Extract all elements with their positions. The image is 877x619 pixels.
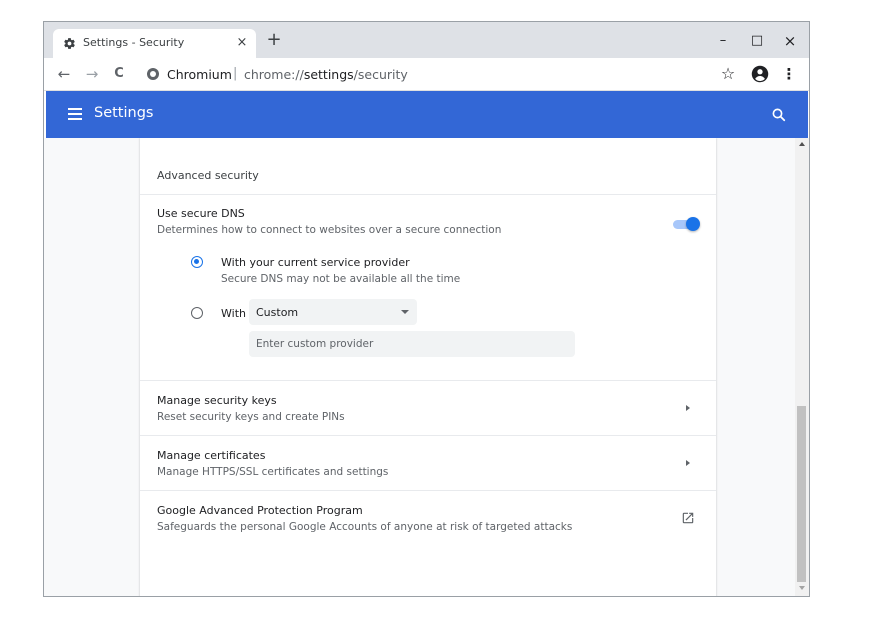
row-subtitle: Reset security keys and create PINs: [157, 411, 345, 423]
scroll-up-icon[interactable]: [799, 142, 805, 146]
search-icon[interactable]: [770, 106, 788, 124]
manage-security-keys-row[interactable]: Manage security keys Reset security keys…: [140, 381, 716, 435]
chevron-right-icon: [686, 405, 690, 411]
row-subtitle: Safeguards the personal Google Accounts …: [157, 521, 573, 533]
site-info-icon[interactable]: [147, 68, 159, 80]
settings-content: Advanced security Use secure DNS Determi…: [44, 138, 795, 596]
custom-provider-field[interactable]: [249, 331, 575, 357]
provider-select[interactable]: Custom: [249, 299, 417, 325]
security-card: Advanced security Use secure DNS Determi…: [140, 138, 716, 596]
manage-certificates-row[interactable]: Manage certificates Manage HTTPS/SSL cer…: [140, 436, 716, 490]
option-current-provider-label: With your current service provider: [221, 256, 410, 269]
row-title: Manage certificates: [157, 449, 266, 462]
advanced-protection-row[interactable]: Google Advanced Protection Program Safeg…: [140, 491, 716, 545]
custom-provider-input[interactable]: [249, 331, 575, 357]
secure-dns-title: Use secure DNS: [157, 207, 245, 220]
settings-header: Settings: [46, 91, 808, 138]
star-icon[interactable]: ☆: [717, 63, 739, 85]
tab-title: Settings - Security: [83, 36, 185, 49]
reload-icon[interactable]: C: [108, 63, 130, 85]
row-title: Manage security keys: [157, 394, 277, 407]
scrollbar[interactable]: [795, 138, 809, 596]
origin-separator: |: [233, 66, 238, 81]
address-bar[interactable]: Chromium | chrome://settings/security: [139, 63, 699, 85]
dropdown-arrow-icon: [401, 310, 409, 314]
back-icon[interactable]: ←: [53, 63, 75, 85]
provider-select-value: Custom: [256, 306, 299, 319]
browser-toolbar: ← → C Chromium | chrome://settings/secur…: [44, 58, 809, 91]
site-origin: Chromium: [167, 67, 232, 82]
open-external-icon[interactable]: [681, 511, 695, 525]
divider: [140, 194, 716, 195]
menu-dots-icon[interactable]: ⋮: [778, 63, 800, 85]
row-subtitle: Manage HTTPS/SSL certificates and settin…: [157, 466, 389, 478]
gear-icon: [64, 38, 75, 49]
close-window-button[interactable]: ×: [780, 31, 800, 51]
new-tab-button[interactable]: +: [264, 31, 284, 51]
tab-settings-security[interactable]: Settings - Security ×: [53, 29, 256, 58]
row-title: Google Advanced Protection Program: [157, 504, 363, 517]
forward-icon[interactable]: →: [81, 63, 103, 85]
scroll-down-icon[interactable]: [799, 586, 805, 590]
tab-strip: Settings - Security × + – □ ×: [44, 22, 809, 58]
section-title: Advanced security: [157, 169, 259, 182]
option-custom-label: With: [221, 307, 246, 320]
hamburger-icon[interactable]: [68, 108, 82, 120]
option-current-provider-subtitle: Secure DNS may not be available all the …: [221, 273, 461, 285]
chevron-right-icon: [686, 460, 690, 466]
page-title: Settings: [94, 105, 154, 121]
secure-dns-toggle[interactable]: [673, 217, 701, 231]
minimize-button[interactable]: –: [713, 31, 733, 51]
browser-window: Settings - Security × + – □ × ← → C Chro…: [43, 21, 810, 597]
secure-dns-subtitle: Determines how to connect to websites ov…: [157, 224, 502, 236]
radio-current-provider[interactable]: [191, 256, 203, 268]
url-text: chrome://settings/security: [244, 67, 408, 82]
scrollbar-thumb[interactable]: [797, 406, 806, 582]
radio-custom-provider[interactable]: [191, 307, 203, 319]
account-icon[interactable]: [751, 65, 769, 83]
tab-close-icon[interactable]: ×: [233, 34, 251, 52]
maximize-button[interactable]: □: [747, 31, 767, 51]
